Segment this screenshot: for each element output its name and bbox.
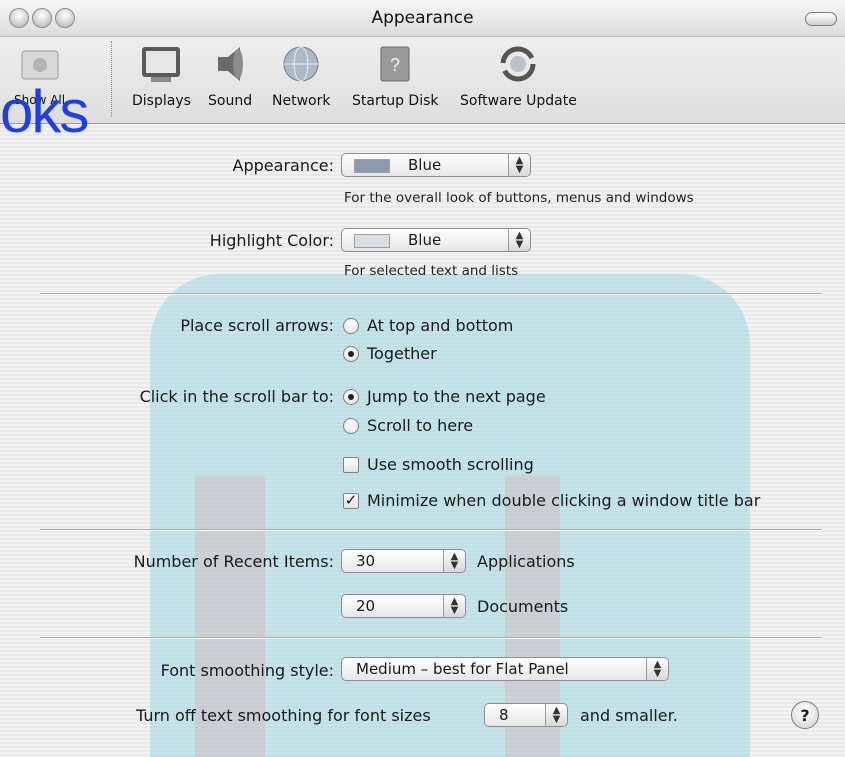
text-smoothing-suffix: and smaller.: [580, 706, 678, 725]
separator: [40, 293, 822, 295]
disk-icon: ?: [373, 43, 417, 85]
toolbar-divider: [111, 41, 112, 117]
appearance-popup[interactable]: Blue ▲ ▼: [341, 153, 531, 177]
option-label: Scroll to here: [367, 416, 474, 435]
toolbar-label: Software Update: [460, 93, 577, 109]
radio-scroll-to-here[interactable]: [343, 418, 359, 434]
toolbar-network[interactable]: Network: [272, 43, 330, 109]
font-smoothing-value: Medium – best for Flat Panel: [356, 660, 569, 678]
recent-documents-popup[interactable]: 20 ▲ ▼: [341, 594, 466, 618]
recent-items-label: Number of Recent Items:: [133, 552, 334, 571]
minimize-double-click-checkbox[interactable]: ✓: [343, 493, 359, 509]
option-label: At top and bottom: [367, 316, 514, 335]
recent-applications-popup[interactable]: 30 ▲ ▼: [341, 549, 466, 573]
appearance-label: Appearance:: [232, 156, 334, 175]
color-swatch: [354, 159, 390, 173]
speaker-icon: [208, 43, 252, 85]
radio-jump-to-next-page[interactable]: [343, 389, 359, 405]
radio-at-top-and-bottom[interactable]: [343, 318, 359, 334]
minimize-double-click-label: Minimize when double clicking a window t…: [367, 491, 761, 510]
svg-text:?: ?: [390, 55, 400, 75]
toolbar-toggle-button[interactable]: [805, 12, 837, 26]
highlight-hint: For selected text and lists: [344, 263, 519, 279]
text-smoothing-value: 8: [499, 706, 509, 724]
highlight-label: Highlight Color:: [209, 231, 334, 250]
refresh-icon: [496, 43, 540, 85]
appearance-value: Blue: [408, 156, 442, 174]
globe-icon: [279, 43, 323, 85]
stepper-arrows-icon: ▲ ▼: [646, 658, 668, 680]
toolbar-label: Displays: [132, 93, 191, 109]
stepper-arrows-icon: ▲ ▼: [508, 229, 530, 251]
scroll-click-label: Click in the scroll bar to:: [139, 387, 334, 406]
toolbar-label: Startup Disk: [352, 93, 439, 109]
font-smoothing-label: Font smoothing style:: [160, 661, 334, 680]
preferences-window: Appearance Show All Displays Sound Netwo…: [0, 0, 845, 757]
toolbar-startup-disk[interactable]: ? Startup Disk: [352, 43, 438, 109]
appearance-pane: Appearance: Blue ▲ ▼ For the overall look…: [0, 124, 845, 757]
window-title: Appearance: [371, 8, 474, 28]
appearance-hint: For the overall look of buttons, menus a…: [344, 190, 694, 206]
stepper-arrows-icon: ▲ ▼: [443, 595, 465, 617]
stepper-arrows-icon: ▲ ▼: [508, 154, 530, 176]
separator: [40, 637, 822, 639]
toolbar-software-update[interactable]: Software Update: [460, 43, 577, 109]
toolbar: Show All Displays Sound Network ? Startu…: [0, 37, 845, 145]
option-label: Jump to the next page: [367, 387, 546, 406]
color-swatch: [354, 234, 390, 248]
text-smoothing-size-popup[interactable]: 8 ▲ ▼: [484, 703, 568, 727]
help-button[interactable]: ?: [791, 701, 819, 729]
toolbar-label: Sound: [208, 93, 253, 109]
highlight-popup[interactable]: Blue ▲ ▼: [341, 228, 531, 252]
recent-documents-value: 20: [356, 597, 376, 615]
recent-applications-value: 30: [356, 552, 376, 570]
toolbar-sound[interactable]: Sound: [208, 43, 252, 109]
radio-together[interactable]: [343, 346, 359, 362]
separator: [40, 529, 822, 531]
highlight-value: Blue: [408, 231, 442, 249]
font-smoothing-popup[interactable]: Medium – best for Flat Panel ▲ ▼: [341, 657, 669, 681]
display-icon: [139, 43, 183, 85]
recent-documents-label: Documents: [477, 597, 569, 616]
toolbar-displays[interactable]: Displays: [132, 43, 191, 109]
scroll-arrows-label: Place scroll arrows:: [180, 316, 334, 335]
smooth-scrolling-checkbox[interactable]: [343, 457, 359, 473]
stepper-arrows-icon: ▲ ▼: [545, 704, 567, 726]
stepper-arrows-icon: ▲ ▼: [443, 550, 465, 572]
text-smoothing-prefix: Turn off text smoothing for font sizes: [136, 706, 431, 725]
recent-applications-label: Applications: [477, 552, 575, 571]
option-label: Together: [367, 344, 437, 363]
smooth-scrolling-label: Use smooth scrolling: [367, 455, 534, 474]
toolbar-label: Network: [272, 93, 331, 109]
title-bar[interactable]: Appearance: [0, 0, 845, 37]
